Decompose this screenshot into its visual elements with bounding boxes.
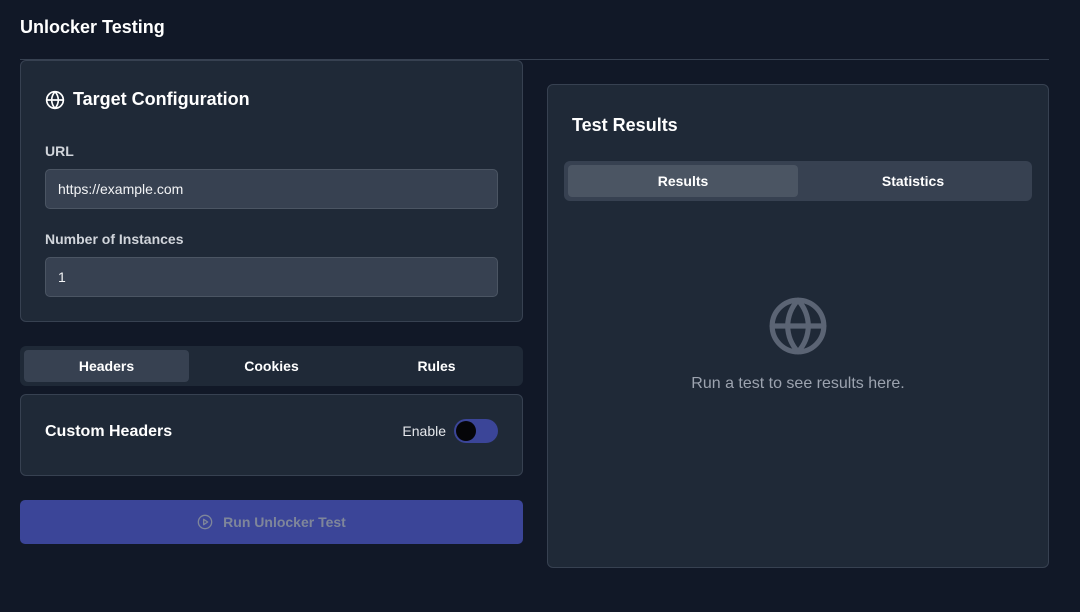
tab-headers[interactable]: Headers xyxy=(24,350,189,382)
url-input[interactable] xyxy=(45,169,498,209)
tab-cookies[interactable]: Cookies xyxy=(189,350,354,382)
globe-icon xyxy=(45,90,65,110)
globe-icon xyxy=(767,295,829,357)
results-empty-state: Run a test to see results here. xyxy=(548,295,1048,393)
instances-label: Number of Instances xyxy=(45,231,184,247)
enable-control: Enable xyxy=(402,419,498,443)
test-results-title: Test Results xyxy=(572,115,678,135)
tab-rules[interactable]: Rules xyxy=(354,350,519,382)
target-configuration-card: Target Configuration URL Number of Insta… xyxy=(20,60,523,322)
custom-headers-card: Custom Headers Enable xyxy=(20,394,523,476)
config-tabs: Headers Cookies Rules xyxy=(20,346,523,386)
play-circle-icon xyxy=(197,514,213,530)
instances-input[interactable] xyxy=(45,257,498,297)
run-unlocker-test-button[interactable]: Run Unlocker Test xyxy=(20,500,523,544)
enable-toggle[interactable] xyxy=(454,419,498,443)
target-configuration-title: Target Configuration xyxy=(73,89,250,109)
enable-label: Enable xyxy=(402,423,446,439)
toggle-knob xyxy=(456,421,476,441)
tab-statistics[interactable]: Statistics xyxy=(798,165,1028,197)
results-tabs: Results Statistics xyxy=(564,161,1032,201)
url-label: URL xyxy=(45,143,74,159)
run-button-label: Run Unlocker Test xyxy=(223,514,346,530)
custom-headers-title: Custom Headers xyxy=(45,423,173,440)
test-results-card: Test Results Results Statistics Run a te… xyxy=(547,84,1049,568)
empty-state-text: Run a test to see results here. xyxy=(691,375,905,392)
page-title: Unlocker Testing xyxy=(20,17,165,37)
tab-results[interactable]: Results xyxy=(568,165,798,197)
target-configuration-heading: Target Configuration xyxy=(45,89,250,110)
